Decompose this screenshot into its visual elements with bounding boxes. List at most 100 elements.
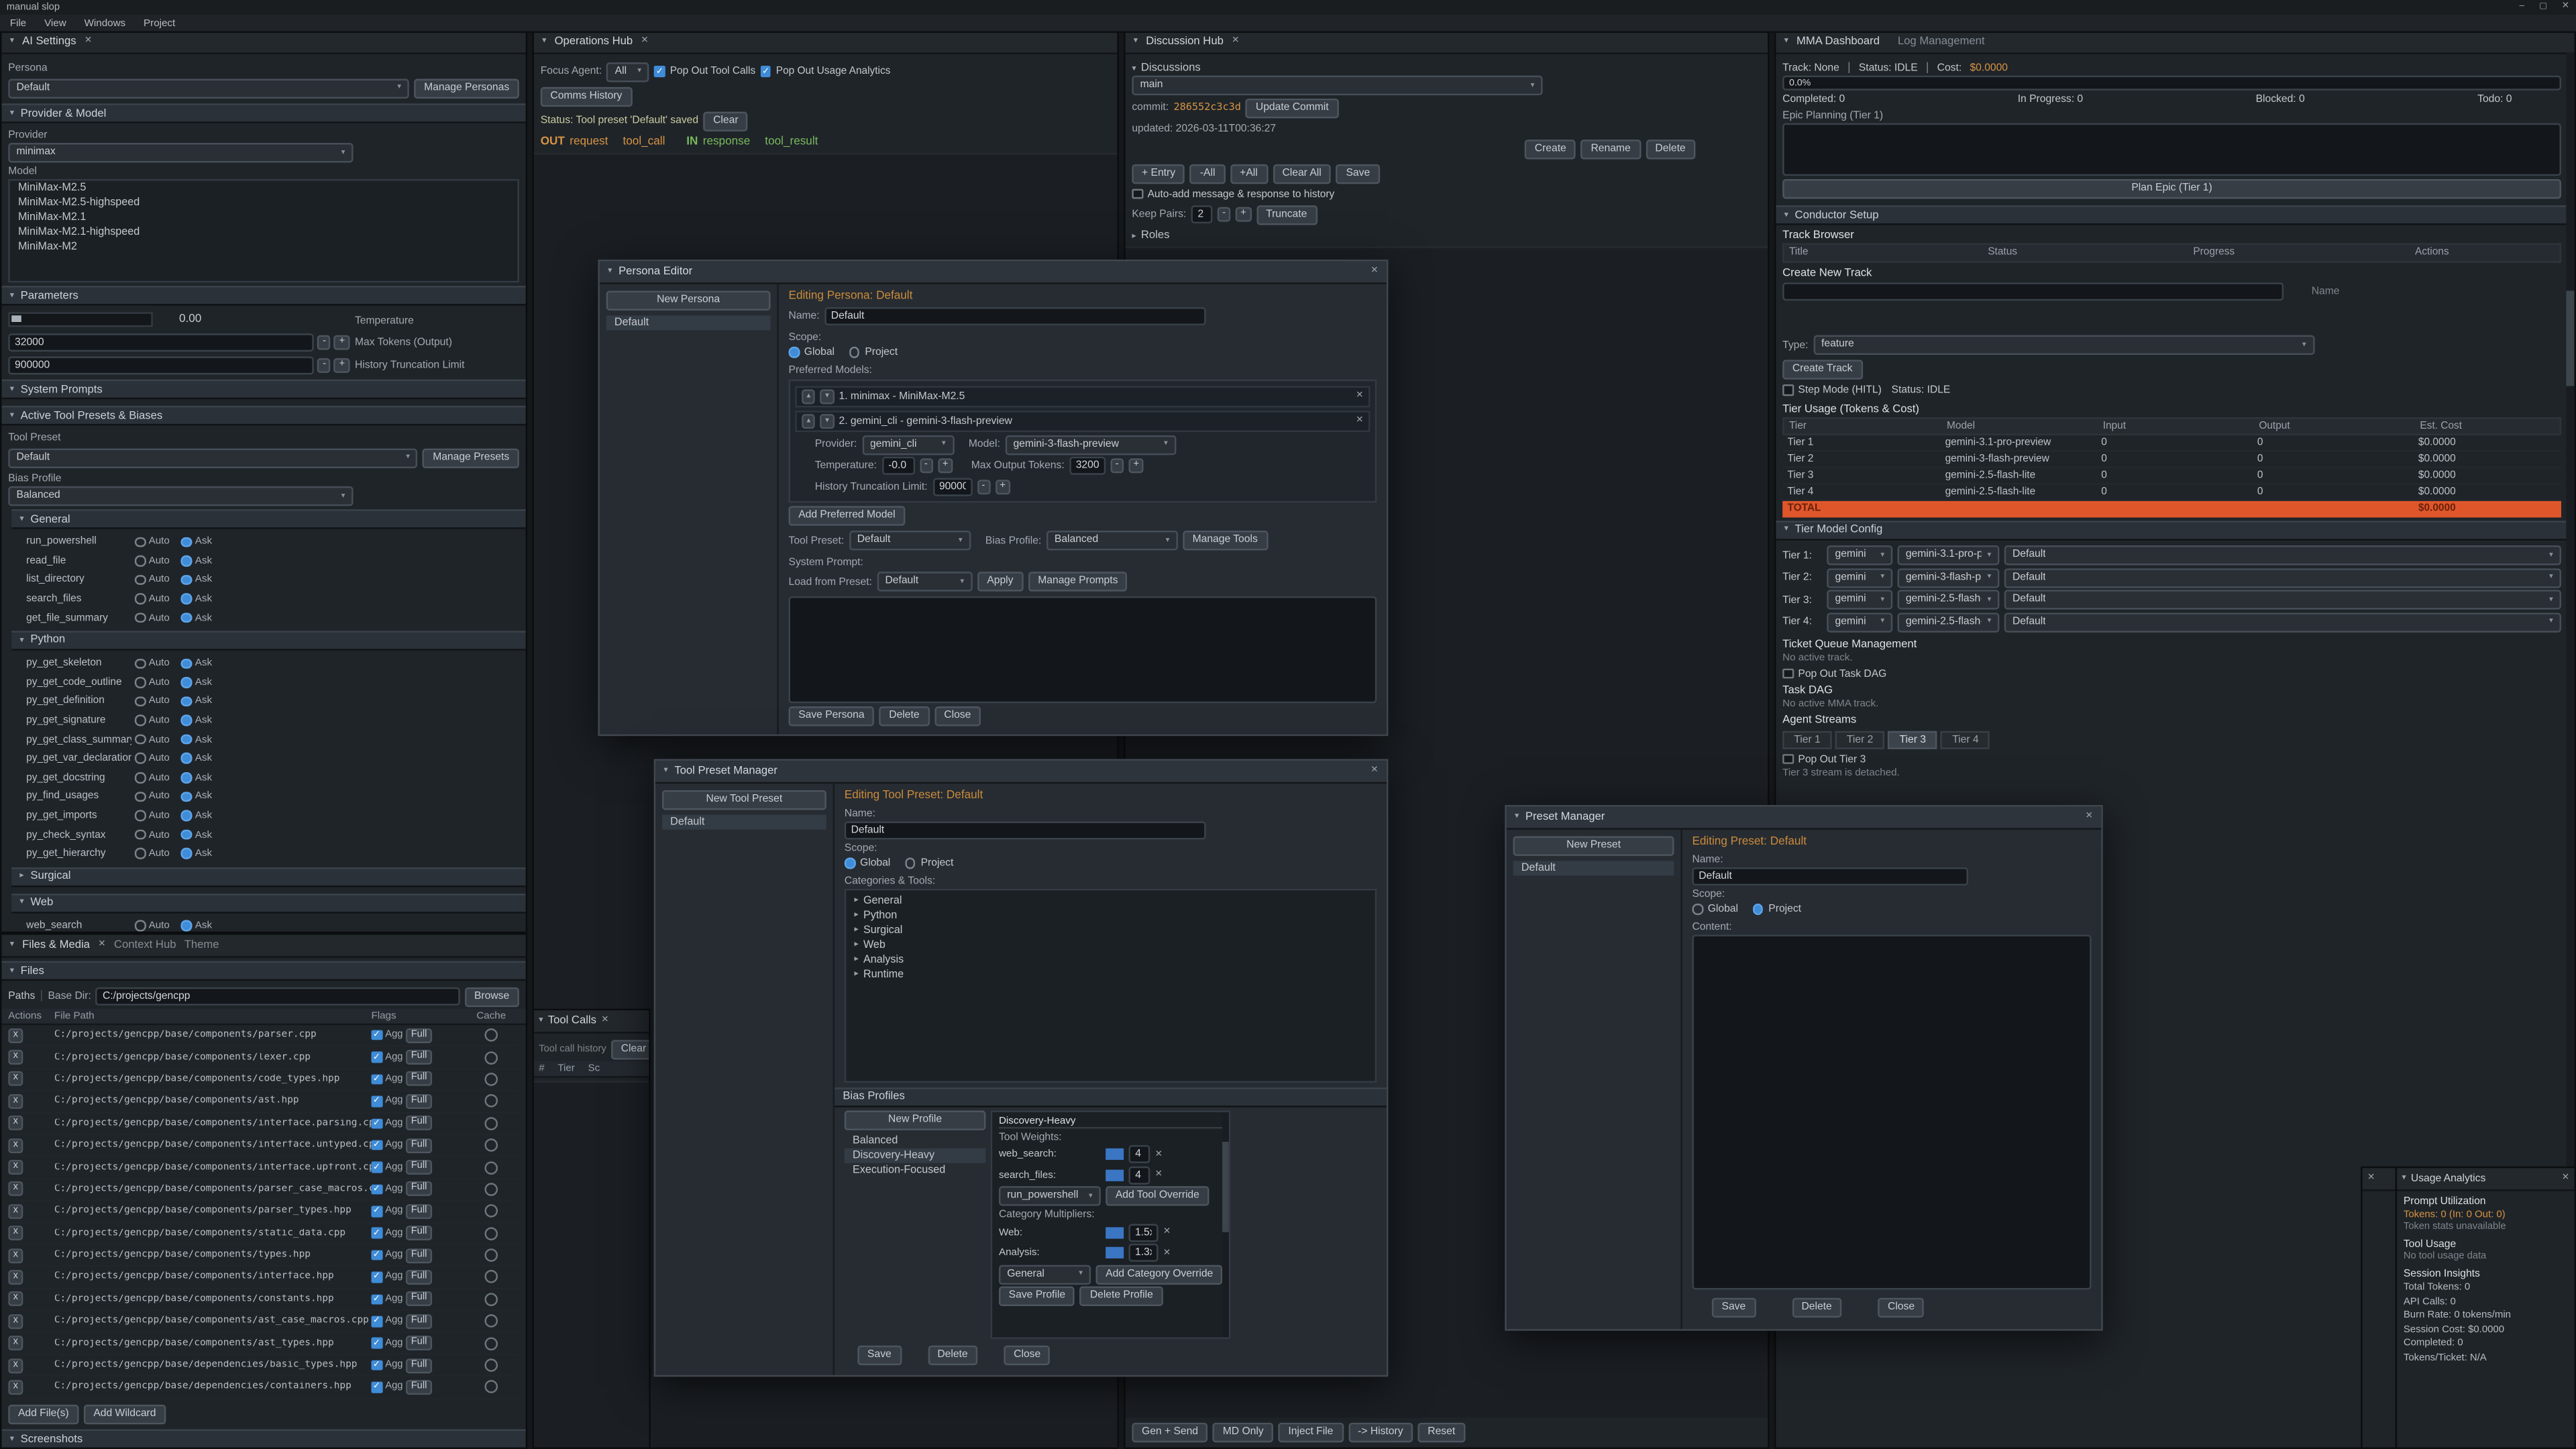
auto-radio[interactable] — [135, 715, 146, 726]
remove-file-button[interactable]: x — [8, 1292, 23, 1307]
agg-checkbox[interactable] — [371, 1272, 382, 1283]
ask-radio[interactable] — [181, 658, 192, 669]
system-prompt-textarea[interactable] — [789, 596, 1377, 702]
temperature-input[interactable] — [881, 457, 914, 475]
auto-radio[interactable] — [135, 696, 146, 707]
remove-model-button[interactable] — [1356, 415, 1363, 426]
remove-file-button[interactable]: x — [8, 1336, 23, 1350]
agg-checkbox[interactable] — [371, 1074, 382, 1085]
menu-item[interactable]: Project — [144, 17, 175, 29]
close-button[interactable]: Close — [1878, 1298, 1924, 1318]
full-flag-button[interactable]: Full — [406, 1072, 431, 1087]
full-flag-button[interactable]: Full — [406, 1380, 431, 1395]
category-item[interactable]: Python — [846, 908, 1375, 922]
manage-tools-button[interactable]: Manage Tools — [1183, 531, 1268, 550]
files-section-header[interactable]: Files — [1, 961, 525, 981]
ask-radio[interactable] — [181, 537, 192, 547]
plan-epic-button[interactable]: Plan Epic (Tier 1) — [1782, 179, 2561, 199]
tool-preset-select[interactable]: Default — [849, 531, 971, 550]
remove-file-button[interactable]: x — [8, 1358, 23, 1373]
close-tab-icon[interactable] — [98, 940, 105, 951]
remove-file-button[interactable]: x — [8, 1204, 23, 1219]
slider-thumb[interactable] — [11, 315, 21, 321]
discussion-action-button[interactable]: Gen + Send — [1132, 1423, 1208, 1442]
comms-history-tab-button[interactable]: Comms History — [541, 87, 632, 106]
discussion-select[interactable]: main — [1132, 76, 1542, 95]
decrement-button[interactable]: - — [1218, 207, 1231, 222]
increment-button[interactable]: + — [995, 479, 1010, 494]
ask-radio[interactable] — [181, 555, 192, 566]
auto-radio[interactable] — [135, 537, 146, 547]
remove-file-button[interactable]: x — [8, 1226, 23, 1240]
scope-project-radio[interactable] — [1753, 904, 1764, 915]
cache-indicator-icon[interactable] — [484, 1205, 498, 1218]
remove-multiplier-button[interactable] — [1163, 1226, 1171, 1238]
reorder-down-button[interactable] — [820, 413, 834, 428]
category-item[interactable]: Surgical — [846, 922, 1375, 937]
tier-provider-select[interactable]: gemini — [1827, 590, 1892, 609]
tier-provider-select[interactable]: gemini — [1827, 568, 1892, 587]
remove-weight-button[interactable] — [1155, 1169, 1163, 1181]
close-dialog-button[interactable] — [1371, 765, 1378, 777]
rename-discussion-button[interactable]: Rename — [1581, 139, 1641, 158]
history-limit-input[interactable] — [8, 356, 315, 374]
decrement-button[interactable]: - — [318, 358, 331, 372]
scope-global-radio[interactable] — [1692, 904, 1703, 915]
tab-theme[interactable]: Theme — [184, 940, 219, 951]
cache-indicator-icon[interactable] — [484, 1271, 498, 1284]
maximize-button[interactable] — [2539, 3, 2547, 12]
remove-file-button[interactable]: x — [8, 1248, 23, 1263]
scrollbar-thumb[interactable] — [2566, 290, 2574, 386]
conductor-setup-section-header[interactable]: Conductor Setup — [1776, 205, 2567, 225]
base-dir-input[interactable] — [96, 987, 460, 1006]
truncate-button[interactable]: Truncate — [1256, 205, 1317, 224]
full-flag-button[interactable]: Full — [406, 1248, 431, 1263]
scope-global-radio[interactable] — [845, 858, 855, 869]
tab-discussion-hub[interactable]: Discussion Hub — [1146, 36, 1224, 48]
save-profile-button[interactable]: Save Profile — [999, 1287, 1075, 1306]
decrement-button[interactable]: - — [318, 334, 331, 349]
save-button[interactable]: Save — [1712, 1298, 1756, 1318]
delete-profile-button[interactable]: Delete Profile — [1080, 1287, 1163, 1306]
persona-name-input[interactable] — [824, 307, 1205, 325]
auto-radio[interactable] — [135, 734, 146, 745]
weight-slider[interactable] — [1106, 1169, 1124, 1180]
ask-radio[interactable] — [181, 849, 192, 859]
tab-mma-dashboard[interactable]: MMA Dashboard — [1796, 36, 1880, 48]
remove-file-button[interactable]: x — [8, 1138, 23, 1152]
legend-in[interactable]: IN — [686, 136, 698, 147]
provider-select[interactable]: gemini_cli — [862, 435, 954, 454]
cache-indicator-icon[interactable] — [484, 1293, 498, 1306]
new-preset-button[interactable]: New Preset — [1513, 835, 1674, 855]
ask-radio[interactable] — [181, 594, 192, 604]
menu-item[interactable]: View — [44, 17, 66, 29]
remove-file-button[interactable]: x — [8, 1160, 23, 1175]
legend-tool-call[interactable]: tool_call — [623, 136, 665, 147]
auto-radio[interactable] — [135, 658, 146, 669]
scrollbar[interactable] — [1223, 1112, 1230, 1338]
model-list-item[interactable]: MiniMax-M2.5 — [10, 180, 518, 195]
auto-radio[interactable] — [135, 810, 146, 821]
tab-context-hub[interactable]: Context Hub — [114, 940, 176, 951]
clear-status-button[interactable]: Clear — [703, 111, 748, 130]
close-tab-icon[interactable] — [2562, 1173, 2569, 1185]
browse-button[interactable]: Browse — [464, 987, 519, 1006]
tier-preset-select[interactable]: Default — [2004, 545, 2561, 565]
agg-checkbox[interactable] — [371, 1250, 382, 1260]
tab-log-management[interactable]: Log Management — [1898, 36, 1985, 48]
full-flag-button[interactable]: Full — [406, 1204, 431, 1219]
cache-indicator-icon[interactable] — [484, 1381, 498, 1394]
remove-file-button[interactable]: x — [8, 1182, 23, 1197]
tier-preset-select[interactable]: Default — [2004, 568, 2561, 587]
pop-out-tier3-checkbox[interactable] — [1782, 753, 1793, 764]
menu-item[interactable]: File — [10, 17, 26, 29]
epic-planning-textarea[interactable] — [1782, 123, 2561, 176]
update-commit-button[interactable]: Update Commit — [1246, 98, 1338, 117]
legend-out[interactable]: OUT — [541, 136, 565, 147]
menu-item[interactable]: Windows — [85, 17, 125, 29]
model-list-item[interactable]: MiniMax-M2.5-highspeed — [10, 195, 518, 210]
preset-list-item[interactable]: Default — [1513, 860, 1674, 875]
bias-profile-select[interactable]: Balanced — [1046, 531, 1178, 550]
agg-checkbox[interactable] — [371, 1294, 382, 1305]
tier-preset-select[interactable]: Default — [2004, 590, 2561, 609]
